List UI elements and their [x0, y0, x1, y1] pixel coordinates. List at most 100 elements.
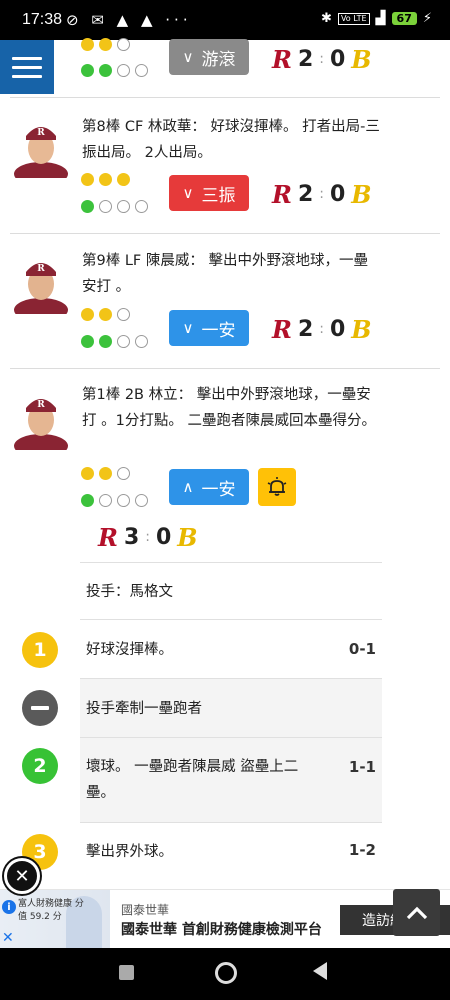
pitch-count: 1-2 [348, 841, 376, 859]
score-separator: : [319, 186, 324, 202]
ball-dot [117, 38, 130, 51]
pickoff-badge [22, 690, 58, 726]
strike-dot [99, 64, 112, 77]
ball-dot [117, 308, 130, 321]
close-icon: ✕ [14, 865, 30, 887]
bell-icon [267, 477, 287, 496]
status-bar: 17:38 ⊘ ✉ ▲ ▲ ··· ✱ Vo LTE ▟ 67 ⚡ [0, 0, 450, 40]
strike-dot [117, 335, 130, 348]
score-display: R 2 : 0 B [272, 314, 372, 344]
strike-dot [99, 335, 112, 348]
score-separator: : [319, 51, 324, 67]
away-team-logo: B [351, 314, 372, 344]
strike-dot [99, 494, 112, 507]
play-result-button[interactable]: ∨ 一安 [169, 310, 249, 346]
home-team-logo: R [272, 179, 292, 209]
play-description: 第1棒 2B 林立： 擊出中外野滾地球，一壘安打 。1分打點。 二壘跑者陳晨威回… [82, 387, 376, 429]
player-avatar: R [14, 399, 68, 450]
scroll-to-top-button[interactable] [393, 889, 440, 936]
menu-button[interactable] [0, 40, 54, 94]
chevron-down-icon: ∨ [182, 184, 194, 202]
home-score: 2 [297, 181, 314, 207]
menu-icon [12, 56, 42, 60]
play-result-label: 一安 [201, 479, 236, 500]
back-icon[interactable] [313, 962, 327, 980]
volte-icon: Vo LTE [337, 12, 370, 25]
strike-dot [99, 200, 112, 213]
away-score: 0 [155, 524, 172, 550]
away-team-logo: B [177, 522, 198, 552]
home-icon[interactable] [215, 962, 237, 984]
notification-icons: ⊘ ✉ ▲ ▲ ··· [66, 11, 192, 29]
play-result-button[interactable]: ∨ 游滾 [169, 39, 249, 75]
alert-button[interactable] [258, 468, 296, 506]
ad-headline: 國泰世華 首創財務健康檢測平台 [121, 922, 322, 938]
balls-indicator [81, 173, 130, 186]
pitch-number-badge: 2 [22, 748, 58, 784]
home-team-logo: R [98, 522, 118, 552]
home-score: 2 [297, 46, 314, 72]
svg-text:R: R [37, 264, 45, 274]
strike-dot [117, 494, 130, 507]
pitch-row: 投手牽制一壘跑者 [80, 678, 382, 737]
pitch-row: 擊出界外球。 1-2 [80, 822, 382, 882]
strike-dot [81, 335, 94, 348]
play-result-button[interactable]: ∧ 一安 [169, 469, 249, 505]
player-avatar: R [14, 127, 68, 178]
ball-dot [81, 173, 94, 186]
ball-dot [99, 467, 112, 480]
strikes-indicator [81, 494, 148, 507]
pitch-text: 擊出界外球。 [86, 844, 173, 860]
system-nav-bar [0, 948, 450, 1000]
away-team-logo: B [351, 179, 372, 209]
away-team-logo: B [351, 44, 372, 74]
home-team-logo: R [272, 44, 292, 74]
away-score: 0 [329, 46, 346, 72]
ad-close-icon[interactable]: ✕ [2, 930, 14, 946]
ad-small-text: 富人財務健康 分值 59.2 分 [18, 899, 84, 922]
pitch-text: 投手牽制一壘跑者 [86, 701, 202, 717]
divider [10, 368, 440, 369]
pitch-number-badge: 1 [22, 632, 58, 668]
system-icons: ✱ Vo LTE ▟ 67 ⚡ [321, 11, 432, 26]
strikes-indicator [81, 200, 148, 213]
away-score: 0 [329, 181, 346, 207]
balls-indicator [81, 467, 130, 480]
strike-dot [135, 200, 148, 213]
strike-dot [135, 494, 148, 507]
ad-brand: 國泰世華 [121, 903, 170, 917]
pitcher-row: 投手：馬格文 [80, 562, 382, 619]
close-ad-button[interactable]: ✕ [4, 858, 40, 894]
strike-dot [81, 494, 94, 507]
svg-text:R: R [37, 400, 45, 410]
ball-dot [81, 467, 94, 480]
strike-dot [117, 64, 130, 77]
battery-icon: 67 [391, 12, 417, 25]
player-avatar: R [14, 263, 68, 314]
strikes-indicator [81, 335, 148, 348]
ball-dot [99, 173, 112, 186]
play-result-label: 游滾 [201, 49, 236, 70]
ball-dot [81, 308, 94, 321]
play-result-button[interactable]: ∨ 三振 [169, 175, 249, 211]
away-score: 0 [329, 316, 346, 342]
divider [10, 233, 440, 234]
ad-banner[interactable]: i 富人財務健康 分值 59.2 分 ✕ 國泰世華 國泰世華 首創財務健康檢測平… [0, 889, 450, 948]
pitch-row: 壞球。 一壘跑者陳晨威 盜壘上二壘。 1-1 [80, 737, 382, 822]
status-time: 17:38 [22, 11, 63, 28]
play-description: 第9棒 LF 陳晨威： 擊出中外野滾地球，一壘安打 。 [82, 253, 368, 295]
score-display: R 2 : 0 B [272, 179, 372, 209]
score-display: R 2 : 0 B [272, 44, 372, 74]
chevron-down-icon: ∨ [182, 48, 194, 66]
ball-dot [99, 308, 112, 321]
signal-icon: ▟ [375, 11, 386, 26]
home-score: 3 [123, 524, 140, 550]
recent-apps-icon[interactable] [119, 965, 134, 980]
strike-dot [135, 335, 148, 348]
strike-dot [81, 64, 94, 77]
strike-dot [135, 64, 148, 77]
pitch-text: 壞球。 一壘跑者陳晨威 盜壘上二壘。 [86, 759, 299, 801]
play-result-label: 一安 [201, 320, 236, 341]
ball-dot [81, 38, 94, 51]
chevron-up-scroll-icon [406, 906, 427, 919]
